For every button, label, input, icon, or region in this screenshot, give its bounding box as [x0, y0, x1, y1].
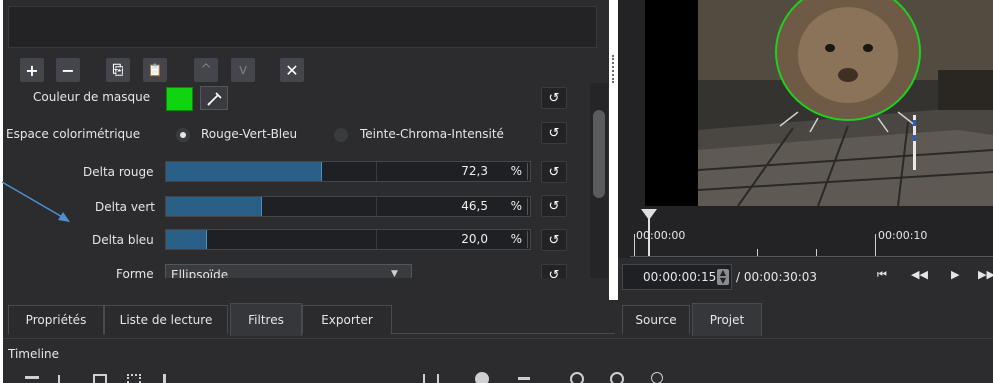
chevron-down-icon: ▼	[391, 269, 398, 278]
reset-delta-blue-button[interactable]: ↺	[541, 229, 567, 251]
delta-red-unit: %	[510, 164, 522, 178]
radio-rgb-label[interactable]: Rouge-Vert-Bleu	[201, 127, 297, 141]
spin-separator	[527, 231, 528, 248]
slider-separator	[376, 162, 377, 181]
colorspace-label: Espace colorimétrique	[6, 127, 141, 141]
annotation-arrow	[1, 181, 70, 222]
tab-underline-left	[390, 333, 615, 334]
delta-red-label: Delta rouge	[83, 165, 154, 179]
current-time-value: 00:00:00:15	[643, 270, 717, 284]
radio-rgb[interactable]	[176, 128, 190, 142]
fast-forward-icon[interactable]: ▶▶	[978, 268, 993, 281]
delta-green-unit: %	[510, 199, 522, 213]
tab-source[interactable]: Source	[622, 305, 690, 334]
ripple-icon[interactable]	[518, 377, 530, 380]
ruler-baseline	[630, 256, 993, 257]
delta-green-value[interactable]: 46,5	[461, 199, 488, 213]
remove-filter-button[interactable]: −	[56, 58, 80, 82]
timeline-title-bar	[3, 338, 993, 369]
reset-delta-red-button[interactable]: ↺	[541, 161, 567, 183]
radio-hci[interactable]	[334, 128, 348, 142]
radio-hci-label[interactable]: Teinte-Chroma-Intensité	[360, 127, 504, 141]
current-time-field[interactable]: 00:00:00:15 ▲ ▼	[622, 264, 732, 290]
tab-properties[interactable]: Propriétés	[8, 305, 104, 334]
snap-icon[interactable]	[475, 372, 489, 383]
delta-red-fill	[166, 162, 322, 181]
slider-separator	[376, 197, 377, 216]
playhead-handle[interactable]	[641, 209, 657, 220]
delta-green-slider[interactable]: 46,5 %	[165, 196, 531, 217]
move-up-button[interactable]: ^	[194, 58, 218, 82]
shape-label: Forme	[116, 267, 154, 278]
delta-red-value[interactable]: 72,3	[461, 164, 488, 178]
copy-icon[interactable]	[93, 374, 107, 383]
ruler-tick-start	[634, 234, 635, 256]
shape-row-clip: Forme Ellipsoïde ▼ ↺	[3, 262, 593, 278]
playhead-line[interactable]	[648, 214, 650, 256]
delta-red-slider[interactable]: 72,3 %	[165, 161, 531, 182]
zoom-fit-icon[interactable]	[651, 372, 663, 383]
reset-colorspace-button[interactable]: ↺	[541, 122, 567, 144]
move-down-button[interactable]: v	[231, 58, 255, 82]
reset-shape-button[interactable]: ↺	[541, 264, 567, 278]
shotcut-window: + − ⎘ 📋 ^ v ✕ Couleur de masque ↺ Espace…	[0, 0, 993, 383]
paste-icon[interactable]	[127, 374, 141, 383]
mask-color-label: Couleur de masque	[33, 90, 151, 104]
total-time: / 00:00:30:03	[736, 270, 818, 284]
video-frame-image	[698, 0, 993, 206]
tab-export[interactable]: Exporter	[302, 305, 392, 334]
ruler-label-10: 00:00:10	[878, 229, 928, 242]
shape-dropdown-value: Ellipsoïde	[171, 268, 229, 278]
filter-list[interactable]	[8, 6, 597, 48]
reset-delta-green-button[interactable]: ↺	[541, 195, 567, 217]
zoom-out-icon[interactable]	[570, 372, 584, 383]
delta-blue-fill	[166, 230, 207, 249]
delta-blue-value[interactable]: 20,0	[461, 232, 488, 246]
spin-separator	[527, 198, 528, 215]
tab-playlist[interactable]: Liste de lecture	[104, 305, 228, 334]
skip-to-start-icon[interactable]: ⏮	[877, 268, 887, 282]
params-scrollbar-thumb[interactable]	[593, 110, 605, 198]
splitter-handle[interactable]	[612, 55, 617, 83]
delta-green-label: Delta vert	[95, 200, 155, 214]
delta-blue-slider[interactable]: 20,0 %	[165, 229, 531, 250]
radio-rgb-dot	[180, 132, 186, 138]
add-filter-button[interactable]: +	[20, 58, 44, 82]
ruler-label-start: 00:00:00	[636, 229, 686, 242]
cut-icon[interactable]	[58, 375, 68, 383]
delta-green-fill	[166, 197, 262, 216]
eyedropper-glyph	[207, 92, 222, 106]
reset-mask-color-button[interactable]: ↺	[541, 87, 567, 109]
split-icon[interactable]	[423, 374, 439, 383]
play-icon[interactable]: ▶	[951, 268, 959, 281]
video-black-bar	[645, 0, 698, 206]
timeline-ruler[interactable]: 00:00:00 00:00:10	[630, 206, 993, 258]
slider-separator	[376, 230, 377, 249]
tab-filters[interactable]: Filtres	[230, 303, 302, 336]
timeline-menu-icon[interactable]	[25, 376, 39, 379]
zoom-in-icon[interactable]	[610, 372, 624, 383]
shape-dropdown[interactable]: Ellipsoïde ▼	[165, 264, 412, 278]
time-spin-icon[interactable]: ▲ ▼	[717, 269, 729, 285]
spin-separator	[527, 163, 528, 180]
ruler-tick-10	[875, 234, 876, 256]
ruler-tick-minor-2	[816, 249, 817, 256]
tab-project[interactable]: Projet	[692, 303, 762, 336]
append-icon[interactable]	[163, 374, 176, 383]
eyedropper-icon[interactable]	[200, 86, 228, 110]
copy-filter-button[interactable]: ⎘	[106, 58, 130, 82]
timeline-toolbar	[3, 368, 993, 383]
ruler-tick-minor-1	[757, 249, 758, 256]
mask-color-swatch[interactable]	[166, 87, 193, 111]
delta-blue-unit: %	[510, 232, 522, 246]
deselect-filter-button[interactable]: ✕	[280, 58, 304, 82]
paste-filter-button[interactable]: 📋	[143, 58, 167, 82]
rewind-icon[interactable]: ◀◀	[911, 268, 928, 281]
video-frame	[698, 0, 993, 206]
timeline-title: Timeline	[8, 347, 60, 361]
delta-blue-label: Delta bleu	[92, 233, 154, 247]
